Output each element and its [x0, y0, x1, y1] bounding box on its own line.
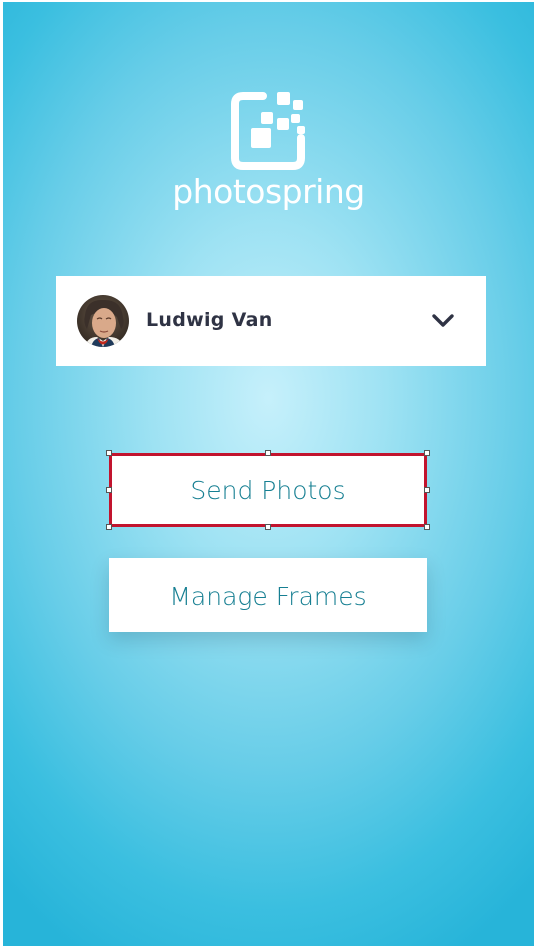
app-screen: photospring Ludwig Van Send Photos Manag… [3, 2, 534, 946]
send-photos-button[interactable]: Send Photos [109, 453, 427, 527]
account-user-name: Ludwig Van [146, 309, 273, 331]
avatar [77, 295, 129, 347]
brand-wordmark: photospring [172, 172, 365, 211]
user-portrait-avatar-icon [77, 295, 129, 347]
manage-frames-button[interactable]: Manage Frames [109, 558, 427, 632]
chevron-down-icon[interactable] [431, 313, 455, 329]
brand-logo: photospring [3, 90, 534, 220]
photospring-logo-icon [231, 92, 305, 170]
account-selector[interactable]: Ludwig Van [56, 276, 486, 366]
